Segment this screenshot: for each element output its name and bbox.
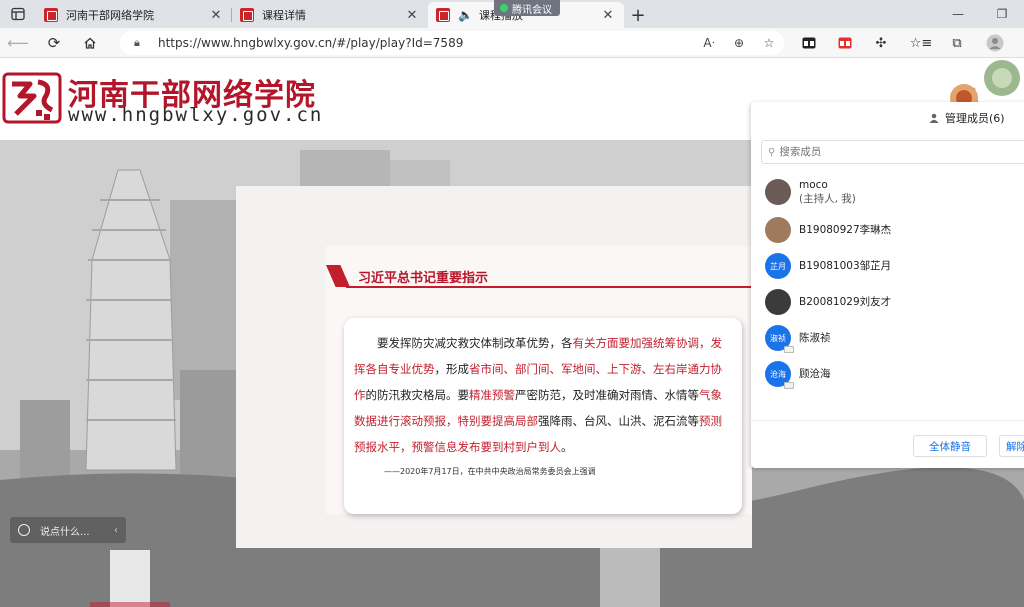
member-row[interactable]: B19080927李琳杰 [751,212,1024,248]
member-name: moco [799,179,828,191]
search-icon: ⚲ [768,146,776,158]
close-tab-icon[interactable]: ✕ [404,8,420,23]
tab-title: 河南干部网络学院 [66,9,154,22]
member-info: moco (主持人, 我) [799,178,856,206]
window-controls: — ❐ [936,0,1024,28]
extension-red-icon[interactable] [830,28,860,58]
quote-segment: 强降雨、台风、山洪、泥石流等 [538,414,699,428]
avatar-initials: 沧海 [770,369,786,379]
tab-hngbwlxy-home[interactable]: 河南干部网络学院 ✕ [36,2,232,28]
workspaces-icon[interactable] [0,0,36,28]
mute-all-button[interactable]: 全体静音 [913,435,987,457]
favorites-icon[interactable]: ☆≡ [906,28,936,58]
meeting-share-tag[interactable]: 腾讯会议 [494,0,560,16]
new-tab-button[interactable]: + [624,2,652,28]
close-tab-icon[interactable]: ✕ [208,8,224,23]
chevron-left-icon[interactable]: ‹ [114,525,118,536]
refresh-icon[interactable]: ⟳ [36,28,72,58]
quote-segment: ，形成 [434,362,470,376]
device-badge-icon [784,346,794,353]
site-domain: www.hngbwlxy.gov.cn [68,104,324,126]
chat-input-pill[interactable]: 说点什么... ‹ [10,517,126,543]
quote-source: ——2020年7月17日，在中共中央政治局常务委员会上强调 [384,467,596,476]
zoom-icon[interactable]: ⊕ [724,36,754,50]
panel-footer: 全体静音 解除 [751,420,1024,468]
red-flag-icon [326,265,350,287]
member-role: (主持人, 我) [799,193,856,205]
address-bar[interactable]: 🔒︎ https://www.hngbwlxy.gov.cn/#/play/pl… [120,31,784,55]
member-name: B20081029刘友才 [799,296,892,308]
chat-placeholder[interactable]: 说点什么... [40,523,90,538]
panel-title: 管理成员(6) [945,112,1005,125]
slide-title-bar: 习近平总书记重要指示 [326,265,752,288]
avatar [765,217,791,243]
slide-title: 习近平总书记重要指示 [358,270,489,286]
site-logo-icon[interactable] [2,70,62,126]
site-favicon-icon [436,8,450,22]
member-list: moco (主持人, 我) B19080927李琳杰 芷月 B19081003邹… [751,172,1024,392]
member-name: B19081003邹芷月 [799,260,892,272]
course-slide: 习近平总书记重要指示 要发挥防灾减灾救灾体制改革优势，各有关方面要加强统筹协调，… [236,186,752,548]
avatar: 淑祯 [765,325,794,353]
close-tab-icon[interactable]: ✕ [600,8,616,23]
meeting-tag-label: 腾讯会议 [512,4,552,16]
unmute-all-button[interactable]: 解除 [999,435,1024,457]
avatar-initials: 淑祯 [770,333,786,343]
quote-segment: 严密防范，及时准确对雨情、水情等 [515,388,699,402]
profile-avatar-icon[interactable] [980,28,1010,58]
emoji-icon[interactable] [18,524,30,536]
extension-icon[interactable] [794,28,824,58]
tab-course-detail[interactable]: 课程详情 ✕ [232,2,428,28]
audio-playing-icon[interactable]: 🔈 [458,8,473,22]
avatar: 沧海 [765,361,794,389]
web-page: 河南干部网络学院 www.hngbwlxy.gov.cn 习近平总书记重要指示 … [0,58,1024,607]
site-favicon-icon [240,8,254,22]
member-row[interactable]: B20081029刘友才 [751,284,1024,320]
next-section-heading [90,602,170,607]
favorite-star-icon[interactable]: ☆ [754,36,784,50]
quote-text: 要发挥防灾减灾救灾体制改革优势，各有关方面要加强统筹协调，发挥各自专业优势，形成… [354,330,728,460]
avatar: 芷月 [765,253,791,279]
member-row[interactable]: moco (主持人, 我) [751,172,1024,212]
device-badge-icon [784,382,794,389]
collections-icon[interactable]: ⧉ [942,28,972,58]
member-search-input[interactable] [779,146,1000,158]
quote-segment: 要发挥防灾减灾救灾体制改革优势，各 [377,336,573,350]
browser-tab-strip: 河南干部网络学院 ✕ 课程详情 ✕ 🔈 课程播放 ✕ + — ❐ 腾讯会议 [0,0,1024,28]
member-row[interactable]: 芷月 B19081003邹芷月 [751,248,1024,284]
lock-icon[interactable]: 🔒︎ [134,36,146,50]
quote-segment: 的防汛救灾格局。要 [365,388,470,402]
restore-button[interactable]: ❐ [980,7,1024,21]
member-management-panel: 管理成员(6) ⚲ moco (主持人, 我) B19080927李琳杰 芷月 … [751,102,1024,468]
avatar [765,179,791,205]
url-text[interactable]: https://www.hngbwlxy.gov.cn/#/play/play?… [158,36,694,50]
member-name: 顾沧海 [799,368,831,380]
avatar [765,289,791,315]
member-name: B19080927李琳杰 [799,224,892,236]
browser-toolbar: ⟵ ⟳ 🔒︎ https://www.hngbwlxy.gov.cn/#/pla… [0,28,1024,58]
site-favicon-icon [44,8,58,22]
quote-card: 要发挥防灾减灾救灾体制改革优势，各有关方面要加强统筹协调，发挥各自专业优势，形成… [344,318,742,514]
quote-segment: 。 [561,440,573,454]
tab-title: 课程详情 [262,9,306,22]
member-name: 陈淑祯 [799,332,831,344]
minimize-button[interactable]: — [936,7,980,21]
quote-highlight: 精准预警 [469,388,515,402]
home-icon[interactable] [72,28,108,58]
member-row[interactable]: 沧海 顾沧海 [751,356,1024,392]
panel-header: 管理成员(6) [929,110,1005,126]
read-aloud-icon[interactable]: Aᐧ [694,36,724,50]
recording-dot-icon [500,4,508,12]
member-search[interactable]: ⚲ [761,140,1024,164]
title-underline [346,286,752,288]
back-arrow-icon[interactable]: ⟵ [0,28,36,58]
member-row[interactable]: 淑祯 陈淑祯 [751,320,1024,356]
extensions-puzzle-icon[interactable]: ✣ [866,28,896,58]
person-icon [929,113,939,123]
